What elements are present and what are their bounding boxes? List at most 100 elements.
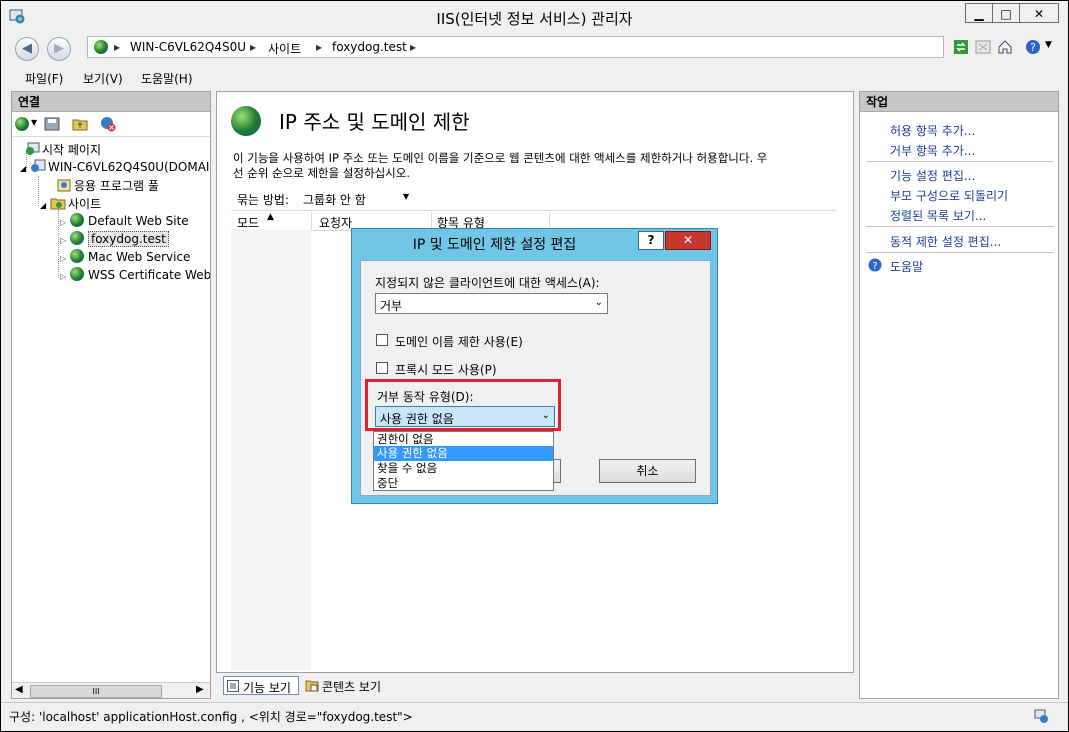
- features-view-icon: [227, 680, 239, 692]
- scroll-thumb[interactable]: III: [30, 685, 162, 698]
- mode-column-area: [231, 230, 311, 670]
- site-globe-icon: [69, 267, 84, 281]
- column-requester[interactable]: 요청자: [319, 214, 352, 231]
- network-status-icon: [1034, 709, 1048, 723]
- proxy-mode-checkbox[interactable]: [376, 362, 388, 374]
- help-icon[interactable]: ?: [1025, 39, 1041, 55]
- tree-item-mac-web-service[interactable]: ▷ Mac Web Service: [60, 249, 190, 264]
- cancel-button[interactable]: 취소: [599, 459, 696, 483]
- refresh-icon[interactable]: [953, 39, 969, 55]
- tree-item-foxydog-test[interactable]: ▷ foxydog.test: [60, 231, 169, 247]
- action-add-allow[interactable]: 허용 항목 추가...: [890, 122, 975, 139]
- window-title: IIS(인터넷 정보 서비스) 관리자: [436, 10, 633, 28]
- feature-description-1: 이 기능을 사용하여 IP 주소 또는 도메인 이름을 기준으로 웹 콘텐츠에 …: [233, 151, 768, 165]
- group-by-value[interactable]: 그룹화 안 함: [303, 191, 366, 208]
- address-separator: ▸: [316, 40, 323, 54]
- domain-restriction-checkbox[interactable]: [376, 334, 388, 346]
- chevron-down-icon: ⌄: [594, 297, 603, 308]
- address-separator: ▸: [114, 40, 121, 54]
- deny-option-forbidden[interactable]: 사용 권한 없음: [374, 446, 553, 461]
- dialog-help-button[interactable]: ?: [638, 231, 664, 250]
- start-page-icon: [26, 142, 40, 155]
- action-revert-to-parent[interactable]: 부모 구성으로 되돌리기: [890, 187, 1008, 204]
- tab-label: 콘텐츠 보기: [322, 680, 382, 694]
- chevron-down-icon: ⌄: [541, 410, 550, 421]
- connections-header: 연결: [12, 92, 210, 112]
- up-folder-icon[interactable]: [72, 117, 88, 131]
- connect-globe-icon[interactable]: [15, 117, 29, 131]
- deny-option-unauthorized[interactable]: 권한이 없음: [374, 432, 553, 446]
- tree-item-sites[interactable]: ◢ 사이트: [40, 195, 101, 212]
- expand-arrow-icon[interactable]: ◢: [20, 164, 26, 173]
- collapse-arrow-icon[interactable]: ▷: [60, 254, 66, 263]
- access-select[interactable]: 거부 ⌄: [375, 293, 608, 314]
- tree-label-selected: foxydog.test: [87, 231, 169, 247]
- address-separator: ▸: [250, 40, 257, 54]
- connections-toolbar: ▼: [12, 112, 210, 137]
- tree-label: WIN-C6VL62Q4S0U(DOMAIN: [47, 160, 211, 174]
- tree-horizontal-scrollbar[interactable]: ◀ III ▶: [12, 682, 210, 698]
- forward-button[interactable]: ▶: [47, 37, 71, 61]
- address-separator: ▸: [410, 40, 417, 54]
- home-icon[interactable]: [997, 39, 1013, 55]
- column-mode[interactable]: 모드: [237, 214, 259, 231]
- action-view-ordered-list[interactable]: 정렬된 목록 보기...: [890, 207, 986, 224]
- dialog-close-button[interactable]: ✕: [665, 231, 711, 250]
- help-dropdown-icon[interactable]: ▼: [1045, 40, 1052, 50]
- svg-text:?: ?: [872, 261, 877, 272]
- tab-features-view[interactable]: 기능 보기: [223, 676, 299, 695]
- disconnect-icon[interactable]: [100, 116, 116, 132]
- action-help[interactable]: 도움말: [890, 258, 923, 275]
- minimize-button[interactable]: ▁: [965, 3, 993, 23]
- menu-view[interactable]: 보기(V): [83, 70, 123, 87]
- stop-icon[interactable]: [975, 39, 991, 55]
- tree-label: 사이트: [67, 197, 102, 211]
- access-label: 지정되지 않은 클라이언트에 대한 액세스(A):: [375, 276, 600, 290]
- tree-item-app-pools[interactable]: 응용 프로그램 풀: [56, 177, 159, 194]
- actions-header: 작업: [860, 92, 1058, 112]
- tree-label: WSS Certificate Web S: [87, 268, 211, 282]
- expand-arrow-icon[interactable]: ◢: [40, 201, 46, 210]
- scroll-right-icon[interactable]: ▶: [196, 684, 204, 695]
- address-bar[interactable]: ▸ WIN-C6VL62Q4S0U ▸ 사이트 ▸ foxydog.test ▸: [87, 36, 944, 58]
- menu-help[interactable]: 도움말(H): [141, 70, 193, 87]
- collapse-arrow-icon[interactable]: ▷: [60, 272, 66, 281]
- address-segment-sites[interactable]: 사이트: [268, 40, 301, 57]
- collapse-arrow-icon[interactable]: ▷: [60, 236, 66, 245]
- connect-dropdown-icon[interactable]: ▼: [31, 118, 37, 127]
- domain-restriction-label[interactable]: 도메인 이름 제한 사용(E): [395, 333, 523, 350]
- tree-item-wss-certificate[interactable]: ▷ WSS Certificate Web S: [60, 267, 211, 282]
- address-segment-site[interactable]: foxydog.test: [332, 40, 407, 54]
- tab-content-view[interactable]: 콘텐츠 보기: [303, 676, 393, 695]
- maximize-button[interactable]: □: [992, 3, 1020, 23]
- deny-option-abort[interactable]: 중단: [374, 476, 553, 490]
- iis-manager-window: IIS(인터넷 정보 서비스) 관리자 ▁ □ ✕ ◀ ▶ ▸ WIN-C6VL…: [0, 0, 1069, 732]
- back-button[interactable]: ◀: [15, 37, 39, 61]
- tab-label: 기능 보기: [243, 681, 291, 695]
- address-segment-server[interactable]: WIN-C6VL62Q4S0U: [130, 40, 246, 54]
- tree-item-server[interactable]: ◢ WIN-C6VL62Q4S0U(DOMAIN: [20, 159, 211, 174]
- app-pool-icon: [57, 179, 71, 192]
- deny-action-select[interactable]: 사용 권한 없음 ⌄: [375, 406, 555, 427]
- action-edit-feature-settings[interactable]: 기능 설정 편집...: [890, 167, 975, 184]
- action-edit-dynamic-settings[interactable]: 동적 제한 설정 편집...: [890, 233, 1001, 250]
- action-add-deny[interactable]: 거부 항목 추가...: [890, 142, 975, 159]
- collapse-arrow-icon[interactable]: ▷: [60, 218, 66, 227]
- connections-pane: 연결 ▼ 시작 페이지 ◢ WIN-C6VL62Q4S0U(DOMAIN 응용 …: [11, 91, 211, 699]
- deny-action-label: 거부 동작 유형(D):: [377, 390, 474, 404]
- menu-file[interactable]: 파일(F): [25, 70, 63, 87]
- save-icon[interactable]: [44, 117, 60, 131]
- feature-globe-icon: [231, 106, 261, 136]
- proxy-mode-label[interactable]: 프록시 모드 사용(P): [395, 361, 497, 378]
- scroll-left-icon[interactable]: ◀: [15, 684, 23, 695]
- deny-option-not-found[interactable]: 찾을 수 없음: [374, 461, 553, 476]
- title-bar: IIS(인터넷 정보 서비스) 관리자 ▁ □ ✕: [1, 1, 1068, 31]
- group-by-dropdown-icon[interactable]: ▼: [403, 192, 409, 201]
- close-window-button[interactable]: ✕: [1019, 3, 1059, 23]
- tree-label: Mac Web Service: [87, 250, 191, 264]
- feature-description-2: 선 순위 순으로 제한을 설정하십시오.: [233, 166, 410, 180]
- tree-item-default-web-site[interactable]: ▷ Default Web Site: [60, 213, 189, 228]
- tree-label: 시작 페이지: [42, 143, 102, 157]
- tree-item-start-page[interactable]: 시작 페이지: [24, 141, 101, 158]
- deny-action-select-value: 사용 권한 없음: [380, 412, 454, 426]
